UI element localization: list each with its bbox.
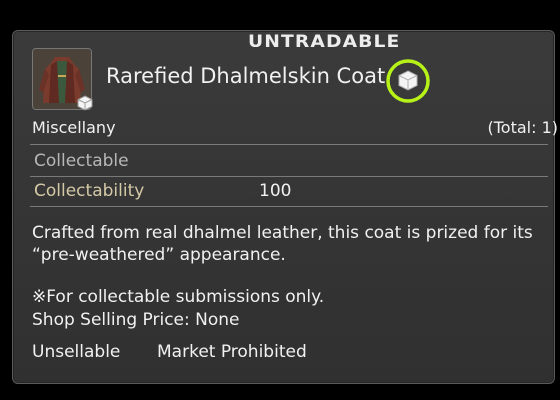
- collectability-label: Collectability: [34, 181, 145, 201]
- collectable-label: Collectable: [34, 151, 129, 171]
- item-description: Crafted from real dhalmel leather, this …: [32, 223, 533, 265]
- item-total: (Total: 1): [487, 118, 558, 137]
- collectable-cube-icon: [77, 95, 93, 111]
- shop-selling-price: Shop Selling Price: None: [32, 310, 240, 330]
- divider: [30, 206, 548, 207]
- item-category: Miscellany: [32, 118, 116, 137]
- collectable-note: ※For collectable submissions only.: [32, 287, 325, 307]
- item-name: Rarefied Dhalmelskin Coat: [106, 64, 386, 88]
- collectable-marker-icon: [386, 59, 430, 103]
- market-prohibited-label: Market Prohibited: [157, 342, 307, 362]
- untradable-label: UNTRADABLE: [248, 32, 401, 52]
- unsellable-label: Unsellable: [32, 342, 121, 362]
- divider: [30, 144, 548, 145]
- collectability-value: 100: [259, 181, 292, 201]
- divider: [30, 176, 548, 177]
